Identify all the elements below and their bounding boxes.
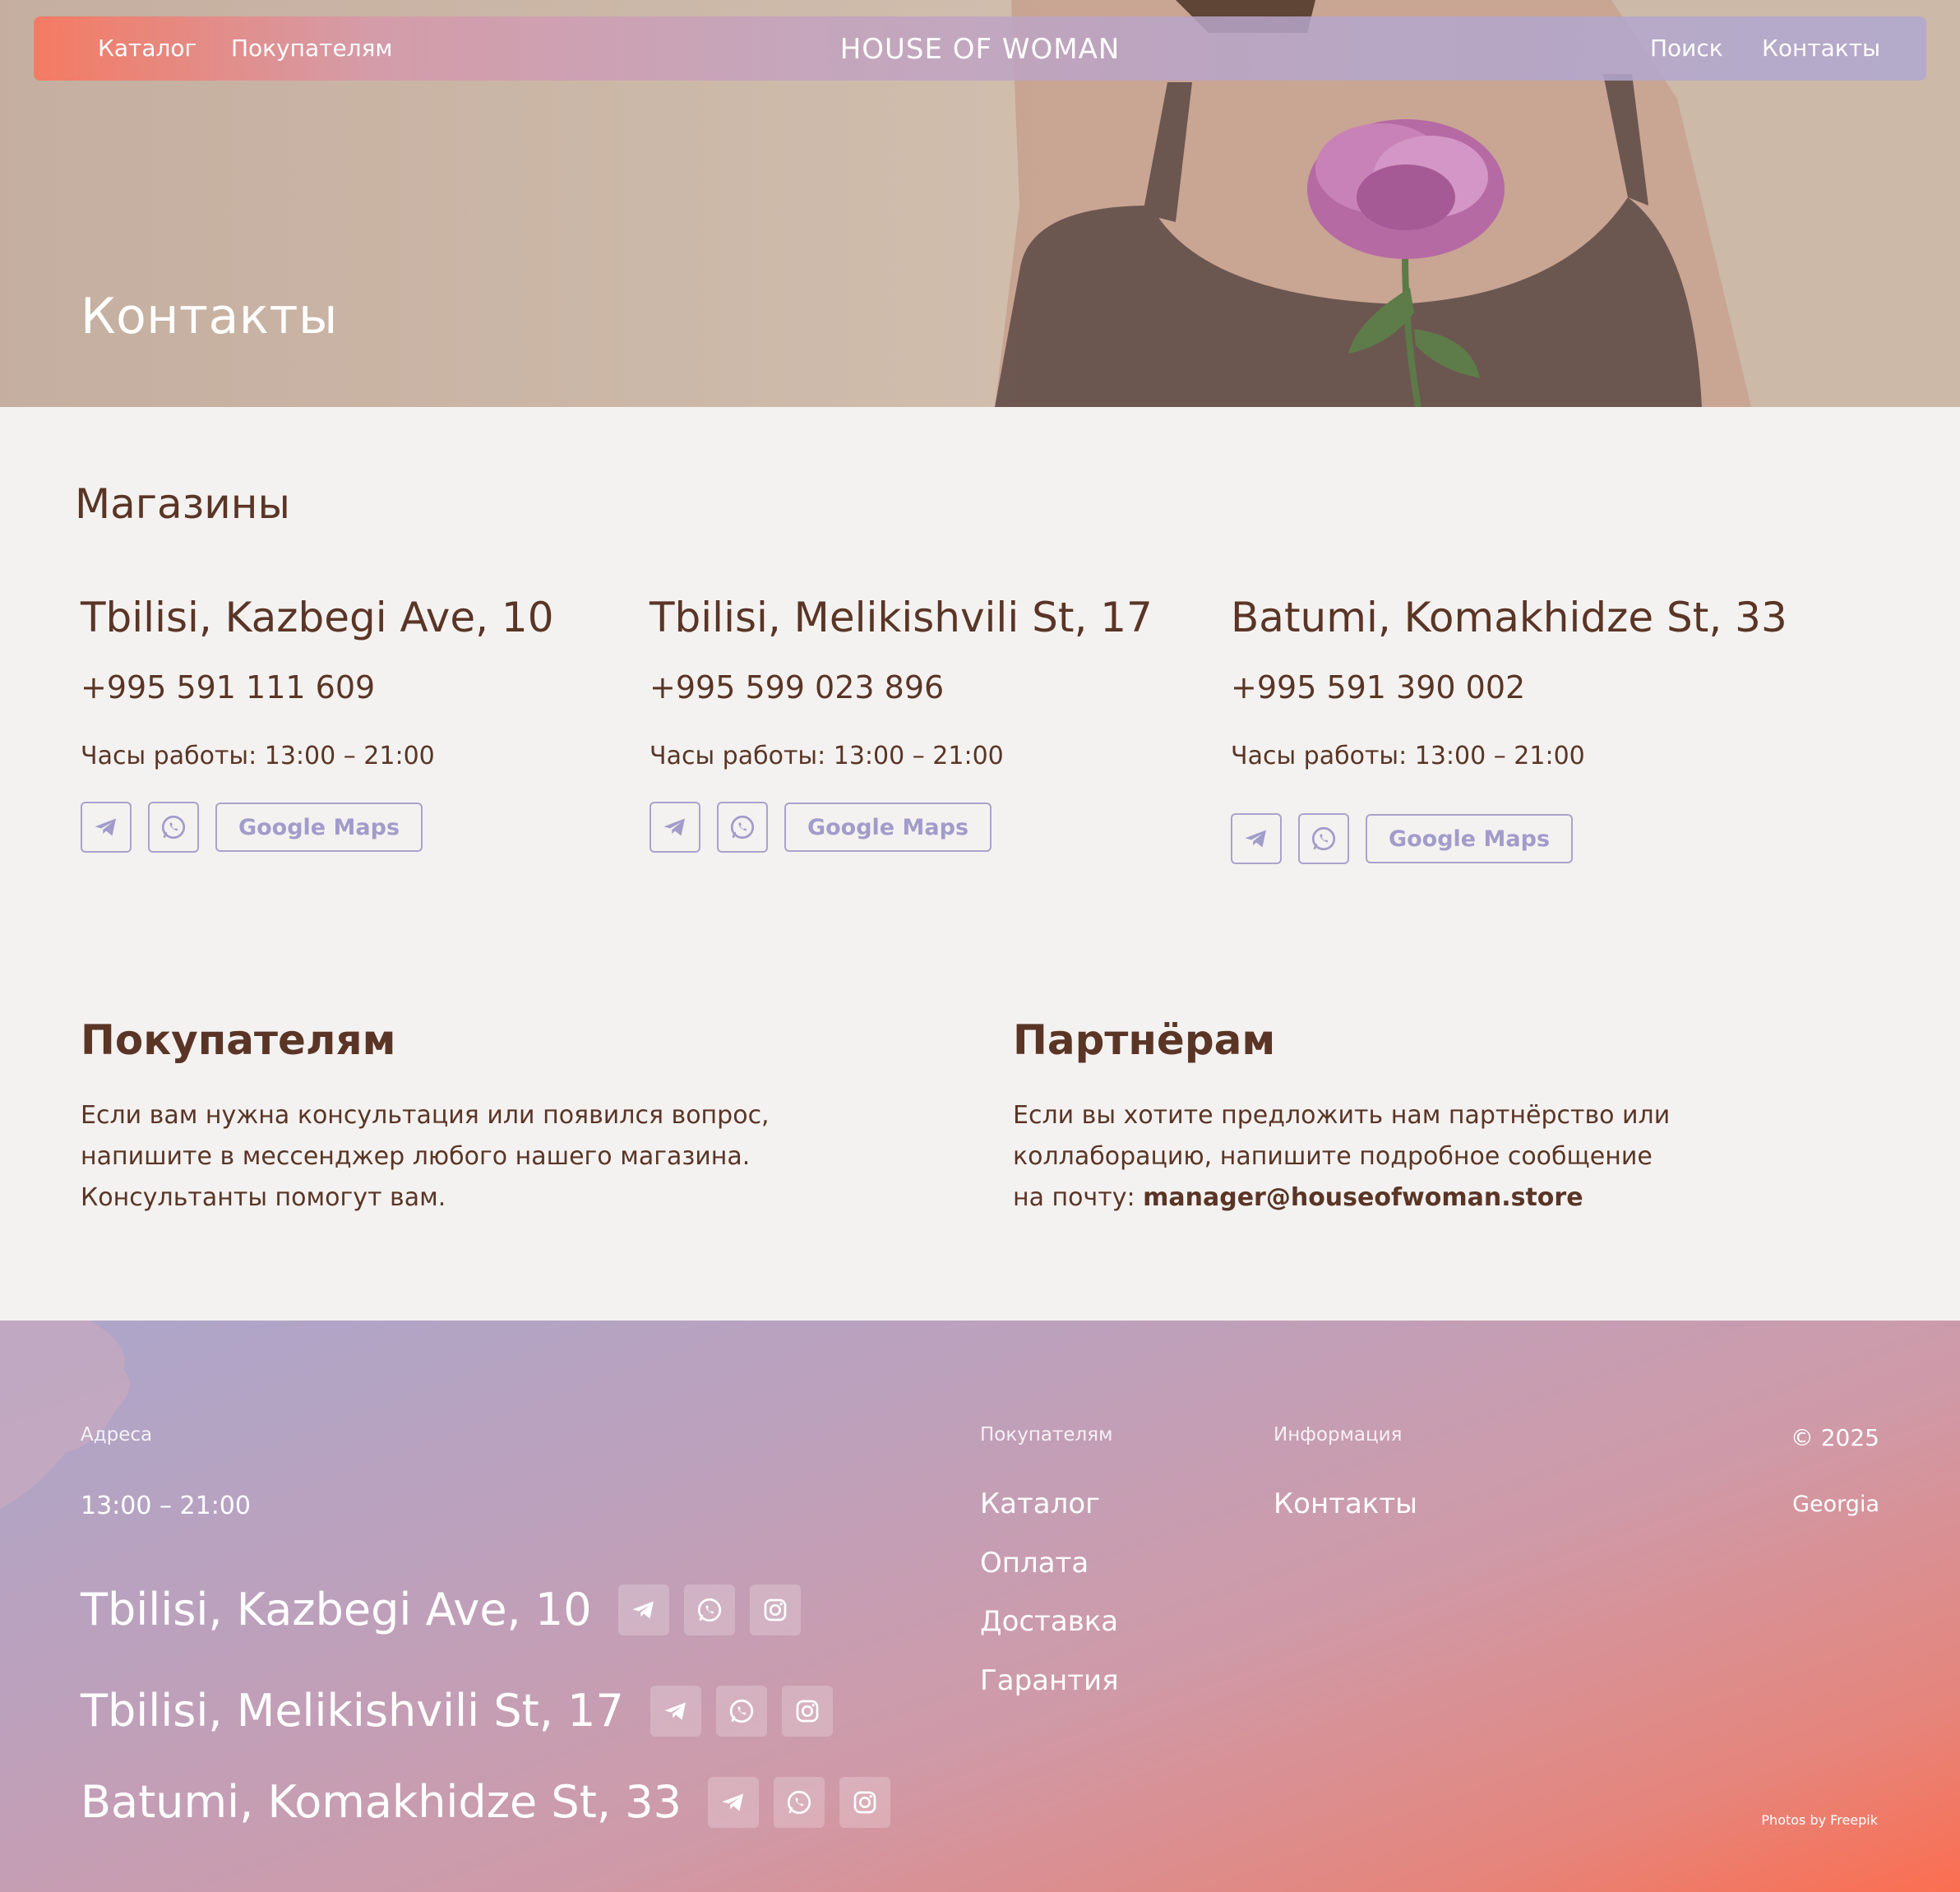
footer-address-row: Tbilisi, Melikishvili St, 17 — [81, 1685, 833, 1737]
whatsapp-button[interactable] — [683, 1584, 735, 1635]
top-navbar: Каталог Покупателям HOUSE OF WOMAN Поиск… — [34, 16, 1926, 81]
customers-info-title: Покупателям — [81, 1016, 396, 1064]
text-line: напишите в мессенджер любого нашего мага… — [81, 1142, 751, 1171]
whatsapp-icon — [730, 815, 755, 840]
footer-address-row: Batumi, Komakhidze St, 33 — [81, 1776, 890, 1828]
footer-copyright: © 2025 — [1790, 1424, 1879, 1451]
footer-country: Georgia — [1792, 1492, 1879, 1517]
store-actions: Google Maps — [81, 802, 640, 853]
store-name: Tbilisi, Melikishvili St, 17 — [649, 594, 1153, 641]
telegram-button[interactable] — [81, 802, 132, 853]
store-phone[interactable]: +995 591 390 002 — [1231, 669, 1790, 705]
footer-addresses-label: Адреса — [81, 1424, 153, 1446]
google-maps-button[interactable]: Google Maps — [215, 803, 423, 852]
customers-info: Покупателям Если вам нужна консультация … — [81, 1016, 770, 1219]
footer-payment-link[interactable]: Оплата — [980, 1547, 1089, 1580]
brand-logo[interactable]: HOUSE OF WOMAN — [34, 33, 1926, 66]
store-card: Batumi, Komakhidze St, 33 +995 591 390 0… — [1231, 594, 1790, 864]
google-maps-button[interactable]: Google Maps — [1366, 814, 1573, 863]
telegram-icon — [664, 1702, 686, 1719]
email-prefix: на почту: — [1013, 1183, 1144, 1212]
instagram-button[interactable] — [749, 1584, 801, 1635]
instagram-icon — [853, 1791, 876, 1813]
instagram-icon — [764, 1598, 786, 1621]
partners-info: Партнёрам Если вы хотите предложить нам … — [1013, 1016, 1670, 1219]
stores-section-title: Магазины — [75, 480, 290, 528]
store-hours: Часы работы: 13:00 – 21:00 — [1231, 742, 1585, 770]
store-actions: Google Maps — [1231, 813, 1790, 864]
site-footer: Адреса 13:00 – 21:00 Tbilisi, Kazbegi Av… — [0, 1321, 1960, 1892]
telegram-icon — [722, 1793, 743, 1811]
whatsapp-icon — [1311, 826, 1336, 851]
footer-catalog-link[interactable]: Каталог — [980, 1487, 1100, 1520]
store-hours: Часы работы: 13:00 – 21:00 — [649, 742, 1004, 770]
telegram-icon — [663, 818, 685, 836]
store-phone[interactable]: +995 599 023 896 — [649, 669, 1209, 705]
google-maps-button[interactable]: Google Maps — [784, 803, 992, 852]
customers-info-text: Если вам нужна консультация или появился… — [81, 1095, 770, 1219]
whatsapp-icon — [161, 815, 186, 840]
page-title: Контакты — [81, 288, 338, 345]
telegram-icon — [632, 1601, 654, 1618]
store-hours: Часы работы: 13:00 – 21:00 — [81, 742, 435, 770]
text-line: на почту: manager@houseofwoman.store — [1013, 1177, 1670, 1219]
instagram-button[interactable] — [839, 1776, 890, 1828]
whatsapp-icon — [729, 1699, 753, 1723]
instagram-button[interactable] — [781, 1685, 833, 1737]
text-line: коллаборацию, напишите подробное сообщен… — [1013, 1142, 1653, 1171]
telegram-button[interactable] — [649, 802, 700, 853]
footer-contacts-link[interactable]: Контакты — [1274, 1487, 1417, 1520]
store-phone[interactable]: +995 591 111 609 — [81, 669, 640, 705]
footer-customers-label: Покупателям — [980, 1424, 1113, 1446]
footer-hours: 13:00 – 21:00 — [81, 1492, 251, 1520]
footer-delivery-link[interactable]: Доставка — [980, 1605, 1118, 1638]
whatsapp-button[interactable] — [717, 802, 768, 853]
telegram-button[interactable] — [1231, 813, 1282, 864]
telegram-button[interactable] — [649, 1685, 701, 1737]
whatsapp-icon — [697, 1598, 721, 1621]
whatsapp-button[interactable] — [773, 1776, 825, 1828]
footer-info-label: Информация — [1274, 1424, 1403, 1446]
text-line: Если вам нужна консультация или появился… — [81, 1101, 770, 1130]
footer-address: Tbilisi, Kazbegi Ave, 10 — [81, 1584, 592, 1635]
whatsapp-button[interactable] — [1298, 813, 1349, 864]
store-card: Tbilisi, Kazbegi Ave, 10 +995 591 111 60… — [81, 594, 640, 853]
telegram-icon — [95, 818, 116, 836]
text-line: Консультанты помогут вам. — [81, 1183, 446, 1212]
decorative-brush-shape — [0, 1321, 130, 1510]
footer-address-row: Tbilisi, Kazbegi Ave, 10 — [81, 1584, 801, 1635]
partner-email-link[interactable]: manager@houseofwoman.store — [1143, 1183, 1583, 1212]
nav-contacts-link[interactable]: Контакты — [1762, 35, 1880, 62]
telegram-button[interactable] — [617, 1584, 669, 1635]
footer-warranty-link[interactable]: Гарантия — [980, 1664, 1119, 1697]
nav-search-link[interactable]: Поиск — [1650, 35, 1723, 62]
text-line: Если вы хотите предложить нам партнёрств… — [1013, 1101, 1671, 1130]
partners-info-title: Партнёрам — [1013, 1016, 1276, 1064]
telegram-button[interactable] — [707, 1776, 759, 1828]
partners-info-text: Если вы хотите предложить нам партнёрств… — [1013, 1095, 1670, 1219]
footer-photo-credit[interactable]: Photos by Freepik — [1761, 1812, 1878, 1828]
footer-address: Tbilisi, Melikishvili St, 17 — [81, 1685, 624, 1737]
whatsapp-button[interactable] — [715, 1685, 767, 1737]
telegram-icon — [1245, 830, 1266, 848]
store-name: Tbilisi, Kazbegi Ave, 10 — [81, 594, 554, 641]
footer-address: Batumi, Komakhidze St, 33 — [81, 1776, 682, 1828]
whatsapp-button[interactable] — [148, 802, 199, 853]
store-card: Tbilisi, Melikishvili St, 17 +995 599 02… — [649, 594, 1209, 853]
instagram-icon — [796, 1700, 819, 1722]
whatsapp-icon — [787, 1790, 811, 1814]
store-actions: Google Maps — [649, 802, 1209, 853]
store-name: Batumi, Komakhidze St, 33 — [1231, 594, 1787, 641]
